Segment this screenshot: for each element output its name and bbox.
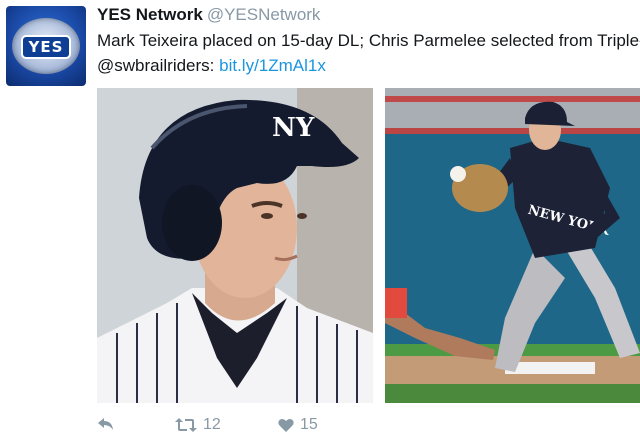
tweet-link[interactable]: bit.ly/1ZmAl1x xyxy=(219,56,326,75)
reply-icon xyxy=(98,418,113,430)
heart-icon xyxy=(278,418,294,432)
author-handle[interactable]: @YESNetwork xyxy=(207,5,321,24)
like-count: 15 xyxy=(300,416,318,433)
player-headshot-illustration: NY xyxy=(97,88,373,403)
avatar[interactable]: YES xyxy=(6,6,86,86)
author-name[interactable]: YES Network xyxy=(97,5,203,24)
tweet-body: Mark Teixeira placed on 15-day DL; Chris… xyxy=(97,31,640,75)
tweet-text: Mark Teixeira placed on 15-day DL; Chris… xyxy=(97,28,640,78)
like-button[interactable]: 15 xyxy=(278,416,318,434)
retweet-icon xyxy=(175,418,197,432)
reply-button[interactable] xyxy=(97,416,115,432)
first-baseman-illustration: NEW YORK xyxy=(385,88,640,403)
player-headshot-photo[interactable]: NY xyxy=(97,88,373,403)
tweet-actions: 12 15 xyxy=(97,416,397,438)
first-baseman-photo[interactable]: NEW YORK xyxy=(385,88,640,403)
retweet-button[interactable]: 12 xyxy=(175,416,221,434)
yes-network-logo: YES xyxy=(21,35,71,59)
helmet-logo: NY xyxy=(272,113,315,143)
retweet-count: 12 xyxy=(203,416,221,433)
tweet-header: YES Network @YESNetwork xyxy=(97,4,320,26)
